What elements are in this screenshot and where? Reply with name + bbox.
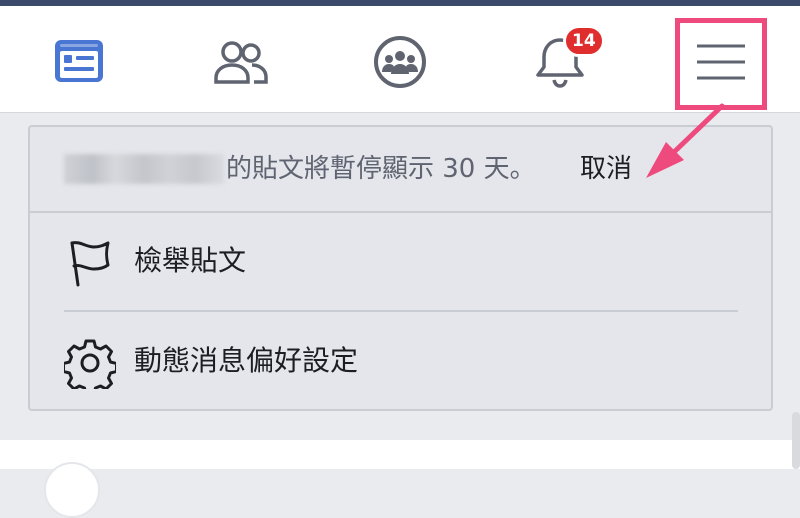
nav-groups[interactable] (360, 22, 440, 102)
news-feed-preferences-item[interactable]: 動態消息偏好設定 (30, 313, 771, 409)
undo-snooze-link[interactable]: 取消 (580, 151, 632, 187)
news-feed-icon (51, 34, 107, 90)
redacted-name (64, 154, 224, 184)
snooze-message: 的貼文將暫停顯示 30 天。 (226, 154, 536, 184)
gear-icon (62, 337, 118, 396)
next-post-card (0, 440, 800, 469)
snooze-notice: 的貼文將暫停顯示 30 天。 取消 (30, 127, 771, 213)
scrollbar[interactable] (792, 412, 800, 469)
flag-icon (64, 237, 116, 289)
report-post-label: 檢舉貼文 (134, 244, 247, 277)
menu-divider (64, 310, 738, 312)
nav-friends[interactable] (200, 22, 280, 102)
groups-icon (370, 32, 430, 92)
notification-count-badge: 14 (563, 25, 605, 57)
menu-highlight-box (675, 18, 767, 110)
report-post-item[interactable]: 檢舉貼文 (30, 213, 771, 309)
news-feed-preferences-label: 動態消息偏好設定 (134, 344, 359, 377)
friends-icon (210, 34, 270, 90)
nav-news-feed[interactable] (39, 22, 119, 102)
avatar[interactable] (44, 462, 100, 518)
post-options-panel: 的貼文將暫停顯示 30 天。 取消 檢舉貼文 動態消息偏好設定 (28, 125, 773, 411)
